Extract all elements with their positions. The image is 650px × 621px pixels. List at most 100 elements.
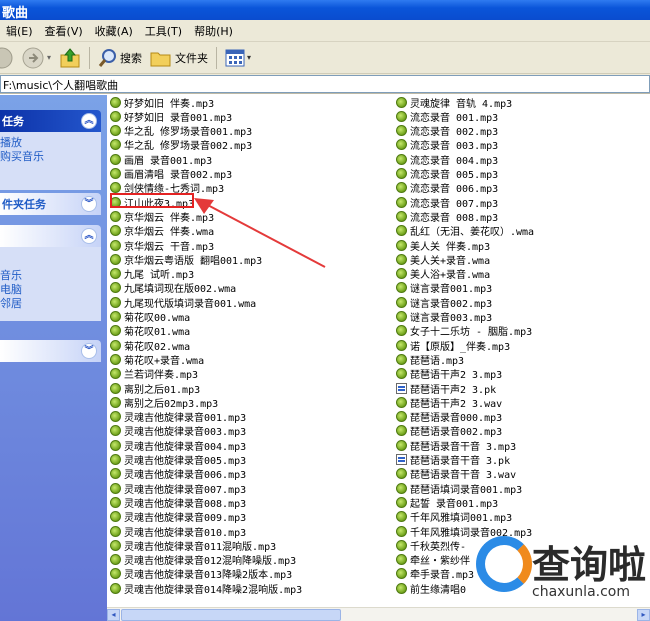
file-item[interactable]: 琵琶语录音干音 3.wav bbox=[396, 467, 516, 481]
my-computer-link[interactable]: 电脑 bbox=[0, 283, 101, 297]
file-item[interactable]: 九尾现代版填词录音001.wma bbox=[110, 295, 256, 310]
file-item[interactable]: 诺【原版】_伴奏.mp3 bbox=[396, 338, 510, 353]
buy-music-link[interactable]: 购买音乐 bbox=[0, 150, 101, 164]
file-item[interactable]: 灵魂吉他旋律录音008.mp3 bbox=[110, 495, 246, 510]
file-item[interactable]: 起誓 录音001.mp3 bbox=[396, 495, 498, 510]
file-item[interactable]: 好梦如旧 录音001.mp3 bbox=[110, 109, 232, 124]
file-item[interactable]: 美人浴+录音.wma bbox=[396, 267, 490, 281]
menu-edit[interactable]: 辑(E) bbox=[0, 23, 39, 39]
file-item[interactable]: 好梦如旧 伴奏.mp3 bbox=[110, 95, 214, 110]
file-name: 流恋录音 004.mp3 bbox=[410, 155, 499, 167]
folders-button[interactable]: 文件夹 bbox=[146, 45, 212, 71]
folder-tasks-header[interactable]: 件夹任务 ︾ bbox=[0, 193, 101, 215]
file-item[interactable]: 菊花叹+录音.wma bbox=[110, 352, 204, 367]
file-item[interactable]: 牵手录音.mp3 bbox=[396, 567, 474, 581]
file-item[interactable]: 流恋录音 008.mp3 bbox=[396, 209, 498, 224]
file-item[interactable]: 流恋录音 002.mp3 bbox=[396, 124, 498, 138]
file-item[interactable]: 离别之后02mp3.mp3 bbox=[110, 395, 218, 410]
forward-button[interactable]: ▾ bbox=[18, 45, 55, 71]
file-item[interactable]: 谜言录音002.mp3 bbox=[396, 295, 492, 310]
file-item[interactable]: 菊花叹00.wma bbox=[110, 310, 190, 324]
file-item[interactable]: 牵丝・紫纱伴 bbox=[396, 553, 470, 567]
other-places-header[interactable]: ︽ bbox=[0, 225, 101, 247]
file-item[interactable]: 谜言录音003.mp3 bbox=[396, 310, 492, 324]
file-item[interactable]: 灵魂吉他旋律录音009.mp3 bbox=[110, 510, 246, 524]
back-button[interactable] bbox=[0, 45, 18, 71]
file-item[interactable]: 流恋录音 004.mp3 bbox=[396, 152, 499, 167]
file-item[interactable]: 谜言录音001.mp3 bbox=[396, 281, 492, 295]
file-item[interactable]: 华之乱 修罗场录音002.mp3 bbox=[110, 138, 252, 152]
menu-help[interactable]: 帮助(H) bbox=[188, 23, 239, 39]
expand-icon[interactable]: ︾ bbox=[81, 196, 97, 212]
file-item[interactable]: 千秋英烈传- bbox=[396, 538, 466, 553]
collapse-icon[interactable]: ︽ bbox=[81, 113, 97, 129]
file-item[interactable]: 琵琶语干声2 3.pk bbox=[396, 381, 496, 396]
toolbar-separator bbox=[216, 46, 218, 69]
music-file-icon bbox=[110, 454, 121, 465]
file-item[interactable]: 画眉清唱 录音002.mp3 bbox=[110, 167, 232, 181]
scroll-thumb[interactable] bbox=[121, 609, 341, 621]
file-item[interactable]: 灵魂吉他旋律录音013降噪2版本.mp3 bbox=[110, 567, 292, 581]
address-input[interactable]: F:\music\个人翻唱歌曲 bbox=[0, 75, 650, 93]
collapse-icon[interactable]: ︽ bbox=[81, 228, 97, 244]
details-header[interactable]: ︾ bbox=[0, 340, 101, 362]
file-item[interactable]: 流恋录音 001.mp3 bbox=[396, 109, 498, 124]
file-item[interactable]: 琵琶语录音000.mp3 bbox=[396, 410, 502, 424]
file-item[interactable]: 灵魂吉他旋律录音012混响降噪版.mp3 bbox=[110, 553, 296, 567]
file-item[interactable]: 琵琶语录音002.mp3 bbox=[396, 424, 502, 438]
file-item[interactable]: 琵琶语录音干音 3.pk bbox=[396, 453, 510, 467]
file-item[interactable]: 灵魂吉他旋律录音007.mp3 bbox=[110, 481, 246, 496]
file-item[interactable]: 灵魂吉他旋律录音011混响版.mp3 bbox=[110, 538, 276, 553]
file-item[interactable]: 美人关 伴奏.mp3 bbox=[396, 238, 490, 253]
file-name: 牵丝・紫纱伴 bbox=[410, 556, 470, 568]
file-item[interactable]: 女子十二乐坊 - 胭脂.mp3 bbox=[396, 324, 532, 338]
file-item[interactable]: 灵魂吉他旋律录音003.mp3 bbox=[110, 424, 246, 438]
music-tasks-header[interactable]: 任务 ︽ bbox=[0, 110, 101, 132]
my-music-link[interactable]: 音乐 bbox=[0, 269, 101, 283]
file-item[interactable]: 灵魂旋律 音轨 4.mp3 bbox=[396, 95, 512, 110]
file-item[interactable]: 琵琶语干声2 3.wav bbox=[396, 395, 502, 410]
play-link[interactable]: 播放 bbox=[0, 136, 101, 150]
file-item[interactable]: 琵琶语干声2 3.mp3 bbox=[396, 367, 502, 381]
search-button[interactable]: 搜索 bbox=[94, 45, 146, 71]
file-item[interactable]: 九尾 试听.mp3 bbox=[110, 267, 194, 281]
music-file-icon bbox=[396, 511, 407, 523]
file-item[interactable]: 琵琶语填词录音001.mp3 bbox=[396, 481, 522, 496]
file-item[interactable]: 流恋录音 007.mp3 bbox=[396, 195, 498, 210]
file-item[interactable]: 九尾填词现在版002.wma bbox=[110, 281, 236, 295]
file-name: 菊花叹00.wma bbox=[124, 313, 191, 324]
file-item[interactable]: 灵魂吉他旋律录音005.mp3 bbox=[110, 453, 246, 467]
file-item[interactable]: 菊花叹02.wma bbox=[110, 338, 190, 353]
file-item[interactable]: 琵琶语录音干音 3.mp3 bbox=[396, 438, 516, 453]
file-item[interactable]: 琵琶语.mp3 bbox=[396, 352, 464, 367]
scroll-left-button[interactable]: ◂ bbox=[107, 609, 120, 621]
file-item[interactable]: 美人关+录音.wma bbox=[396, 252, 490, 267]
file-item[interactable]: 灵魂吉他旋律录音014降噪2混响版.mp3 bbox=[110, 581, 303, 596]
music-file-icon bbox=[110, 325, 121, 337]
file-item[interactable]: 华之乱 修罗场录音001.mp3 bbox=[110, 124, 252, 138]
file-item[interactable]: 画眉 录音001.mp3 bbox=[110, 152, 212, 167]
file-item[interactable]: 灵魂吉他旋律录音001.mp3 bbox=[110, 410, 246, 424]
file-item[interactable]: 流恋录音 003.mp3 bbox=[396, 138, 498, 152]
file-item[interactable]: 流恋录音 005.mp3 bbox=[396, 167, 498, 181]
file-name: 灵魂吉他旋律录音014降噪2混响版.mp3 bbox=[124, 584, 303, 596]
menu-favorites[interactable]: 收藏(A) bbox=[89, 23, 139, 39]
file-item[interactable]: 灵魂吉他旋律录音004.mp3 bbox=[110, 438, 246, 453]
file-item[interactable]: 兰若词伴奏.mp3 bbox=[110, 367, 198, 381]
network-places-link[interactable]: 邻居 bbox=[0, 297, 101, 311]
file-item[interactable]: 离别之后01.mp3 bbox=[110, 381, 200, 396]
menu-tools[interactable]: 工具(T) bbox=[139, 23, 188, 39]
file-item[interactable]: 千年风雅填词001.mp3 bbox=[396, 510, 512, 524]
file-item[interactable]: 灵魂吉他旋律录音010.mp3 bbox=[110, 524, 246, 539]
file-name: 谜言录音003.mp3 bbox=[410, 313, 493, 324]
file-item[interactable]: 灵魂吉他旋律录音006.mp3 bbox=[110, 467, 246, 481]
file-item[interactable]: 菊花叹01.wma bbox=[110, 324, 190, 338]
views-button[interactable]: ▾ bbox=[221, 45, 255, 71]
dropdown-arrow-icon[interactable]: ▾ bbox=[47, 53, 51, 62]
menu-view[interactable]: 查看(V) bbox=[39, 23, 89, 39]
file-item[interactable]: 流恋录音 006.mp3 bbox=[396, 181, 498, 195]
expand-icon[interactable]: ︾ bbox=[81, 343, 97, 359]
file-item[interactable]: 乱红（无泪、姜花叹）.wma bbox=[396, 224, 534, 238]
up-folder-button[interactable] bbox=[55, 45, 85, 71]
file-item[interactable]: 前生缘清唱0 bbox=[396, 581, 466, 596]
